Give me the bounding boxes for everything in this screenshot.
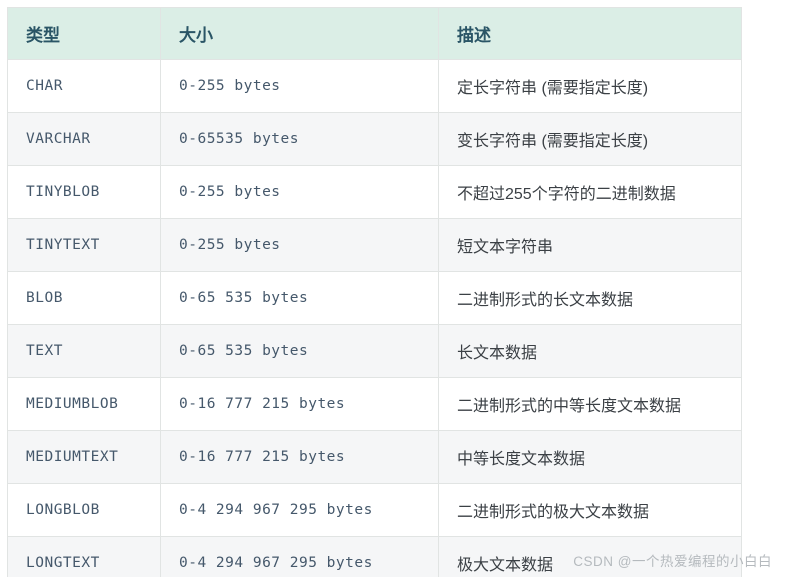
table-row: MEDIUMTEXT 0-16 777 215 bytes 中等长度文本数据	[7, 430, 742, 484]
size-cell: 0-4 294 967 295 bytes	[160, 483, 439, 537]
desc-cell: 二进制形式的中等长度文本数据	[438, 377, 742, 431]
type-cell: VARCHAR	[7, 112, 161, 166]
mysql-types-table: 类型 大小 描述 CHAR 0-255 bytes 定长字符串 (需要指定长度) VA…	[7, 7, 742, 577]
table-row: LONGTEXT 0-4 294 967 295 bytes 极大文本数据	[7, 536, 742, 577]
type-cell: TEXT	[7, 324, 161, 378]
size-cell: 0-255 bytes	[160, 165, 439, 219]
desc-cell: 定长字符串 (需要指定长度)	[438, 59, 742, 113]
size-cell: 0-65535 bytes	[160, 112, 439, 166]
table-row: MEDIUMBLOB 0-16 777 215 bytes 二进制形式的中等长度文本…	[7, 377, 742, 431]
column-header-desc: 描述	[438, 7, 742, 60]
table-row: LONGBLOB 0-4 294 967 295 bytes 二进制形式的极大文本数…	[7, 483, 742, 537]
desc-cell: 二进制形式的长文本数据	[438, 271, 742, 325]
table-row: TINYTEXT 0-255 bytes 短文本字符串	[7, 218, 742, 272]
desc-cell: 中等长度文本数据	[438, 430, 742, 484]
type-cell: CHAR	[7, 59, 161, 113]
column-header-type: 类型	[7, 7, 161, 60]
desc-cell: 极大文本数据	[438, 536, 742, 577]
size-cell: 0-65 535 bytes	[160, 271, 439, 325]
size-cell: 0-255 bytes	[160, 59, 439, 113]
table-row: CHAR 0-255 bytes 定长字符串 (需要指定长度)	[7, 59, 742, 113]
size-cell: 0-16 777 215 bytes	[160, 430, 439, 484]
table-row: BLOB 0-65 535 bytes 二进制形式的长文本数据	[7, 271, 742, 325]
column-header-size: 大小	[160, 7, 439, 60]
type-cell: TINYBLOB	[7, 165, 161, 219]
type-cell: MEDIUMBLOB	[7, 377, 161, 431]
type-cell: LONGBLOB	[7, 483, 161, 537]
desc-cell: 长文本数据	[438, 324, 742, 378]
size-cell: 0-65 535 bytes	[160, 324, 439, 378]
size-cell: 0-16 777 215 bytes	[160, 377, 439, 431]
type-cell: BLOB	[7, 271, 161, 325]
desc-cell: 二进制形式的极大文本数据	[438, 483, 742, 537]
type-cell: TINYTEXT	[7, 218, 161, 272]
table-body: CHAR 0-255 bytes 定长字符串 (需要指定长度) VARCHAR 0-65…	[7, 59, 742, 577]
desc-cell: 短文本字符串	[438, 218, 742, 272]
type-cell: LONGTEXT	[7, 536, 161, 577]
table-row: VARCHAR 0-65535 bytes 变长字符串 (需要指定长度)	[7, 112, 742, 166]
table-header-row: 类型 大小 描述	[7, 7, 742, 60]
table-row: TEXT 0-65 535 bytes 长文本数据	[7, 324, 742, 378]
size-cell: 0-4 294 967 295 bytes	[160, 536, 439, 577]
desc-cell: 变长字符串 (需要指定长度)	[438, 112, 742, 166]
table-row: TINYBLOB 0-255 bytes 不超过255个字符的二进制数据	[7, 165, 742, 219]
desc-cell: 不超过255个字符的二进制数据	[438, 165, 742, 219]
type-cell: MEDIUMTEXT	[7, 430, 161, 484]
size-cell: 0-255 bytes	[160, 218, 439, 272]
content-area: 类型 大小 描述 CHAR 0-255 bytes 定长字符串 (需要指定长度) VA…	[7, 7, 742, 577]
